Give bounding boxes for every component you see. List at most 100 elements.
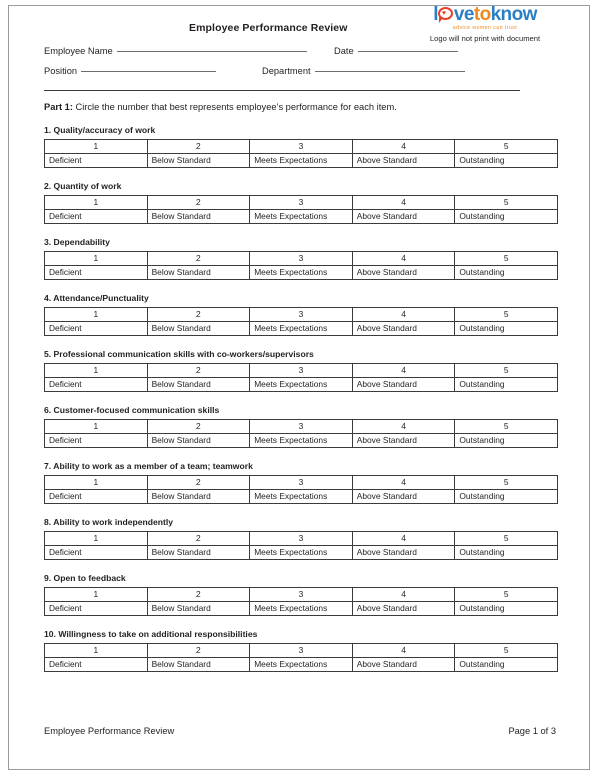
rating-score-cell[interactable]: 2 bbox=[146, 587, 251, 602]
rating-label-cell[interactable]: Below Standard bbox=[146, 657, 251, 672]
rating-label-cell[interactable]: Above Standard bbox=[351, 321, 456, 336]
rating-label-cell[interactable]: Outstanding bbox=[454, 489, 558, 504]
rating-score-cell[interactable]: 2 bbox=[146, 643, 251, 658]
rating-score-cell[interactable]: 3 bbox=[249, 363, 353, 378]
rating-label-cell[interactable]: Outstanding bbox=[454, 321, 558, 336]
rating-label-cell[interactable]: Below Standard bbox=[146, 601, 251, 616]
rating-score-cell[interactable]: 3 bbox=[249, 307, 353, 322]
rating-label-cell[interactable]: Above Standard bbox=[351, 153, 456, 168]
rating-score-cell[interactable]: 2 bbox=[146, 419, 251, 434]
rating-label-cell[interactable]: Above Standard bbox=[351, 545, 456, 560]
rating-label-cell[interactable]: Above Standard bbox=[351, 601, 456, 616]
rating-score-cell[interactable]: 1 bbox=[44, 307, 148, 322]
rating-score-cell[interactable]: 5 bbox=[454, 475, 558, 490]
rating-label-cell[interactable]: Outstanding bbox=[454, 377, 558, 392]
rating-score-cell[interactable]: 4 bbox=[351, 531, 456, 546]
rating-label-cell[interactable]: Deficient bbox=[44, 489, 148, 504]
rating-score-cell[interactable]: 3 bbox=[249, 531, 353, 546]
rating-score-cell[interactable]: 1 bbox=[44, 251, 148, 266]
rating-score-cell[interactable]: 5 bbox=[454, 195, 558, 210]
rating-label-cell[interactable]: Above Standard bbox=[351, 377, 456, 392]
rating-label-cell[interactable]: Below Standard bbox=[146, 265, 251, 280]
rating-label-cell[interactable]: Above Standard bbox=[351, 209, 456, 224]
rating-score-cell[interactable]: 2 bbox=[146, 531, 251, 546]
rating-score-cell[interactable]: 2 bbox=[146, 139, 251, 154]
rating-score-cell[interactable]: 2 bbox=[146, 251, 251, 266]
rating-score-cell[interactable]: 1 bbox=[44, 363, 148, 378]
rating-score-cell[interactable]: 5 bbox=[454, 419, 558, 434]
rating-score-cell[interactable]: 2 bbox=[146, 363, 251, 378]
rating-score-cell[interactable]: 3 bbox=[249, 475, 353, 490]
position-input[interactable] bbox=[81, 71, 217, 72]
rating-score-cell[interactable]: 4 bbox=[351, 307, 456, 322]
rating-label-cell[interactable]: Below Standard bbox=[146, 321, 251, 336]
rating-score-cell[interactable]: 5 bbox=[454, 251, 558, 266]
rating-label-cell[interactable]: Deficient bbox=[44, 321, 148, 336]
rating-label-cell[interactable]: Below Standard bbox=[146, 153, 251, 168]
rating-label-cell[interactable]: Outstanding bbox=[454, 545, 558, 560]
rating-label-cell[interactable]: Meets Expectations bbox=[249, 209, 353, 224]
rating-label-cell[interactable]: Outstanding bbox=[454, 601, 558, 616]
rating-score-cell[interactable]: 5 bbox=[454, 139, 558, 154]
rating-score-cell[interactable]: 3 bbox=[249, 195, 353, 210]
rating-label-cell[interactable]: Below Standard bbox=[146, 433, 251, 448]
rating-score-cell[interactable]: 1 bbox=[44, 419, 148, 434]
rating-score-cell[interactable]: 4 bbox=[351, 195, 456, 210]
rating-label-cell[interactable]: Deficient bbox=[44, 601, 148, 616]
rating-label-cell[interactable]: Meets Expectations bbox=[249, 265, 353, 280]
rating-label-cell[interactable]: Deficient bbox=[44, 377, 148, 392]
rating-label-cell[interactable]: Above Standard bbox=[351, 489, 456, 504]
rating-score-cell[interactable]: 5 bbox=[454, 643, 558, 658]
rating-label-cell[interactable]: Meets Expectations bbox=[249, 377, 353, 392]
rating-score-cell[interactable]: 2 bbox=[146, 307, 251, 322]
rating-score-cell[interactable]: 1 bbox=[44, 195, 148, 210]
rating-label-cell[interactable]: Below Standard bbox=[146, 209, 251, 224]
rating-score-cell[interactable]: 1 bbox=[44, 643, 148, 658]
rating-label-cell[interactable]: Below Standard bbox=[146, 489, 251, 504]
rating-score-cell[interactable]: 3 bbox=[249, 587, 353, 602]
rating-label-cell[interactable]: Outstanding bbox=[454, 153, 558, 168]
rating-label-cell[interactable]: Deficient bbox=[44, 433, 148, 448]
rating-score-cell[interactable]: 1 bbox=[44, 139, 148, 154]
rating-label-cell[interactable]: Above Standard bbox=[351, 657, 456, 672]
rating-label-cell[interactable]: Above Standard bbox=[351, 265, 456, 280]
rating-label-cell[interactable]: Above Standard bbox=[351, 433, 456, 448]
rating-label-cell[interactable]: Below Standard bbox=[146, 545, 251, 560]
rating-label-cell[interactable]: Below Standard bbox=[146, 377, 251, 392]
rating-score-cell[interactable]: 2 bbox=[146, 195, 251, 210]
rating-score-cell[interactable]: 1 bbox=[44, 587, 148, 602]
rating-score-cell[interactable]: 5 bbox=[454, 531, 558, 546]
rating-label-cell[interactable]: Deficient bbox=[44, 153, 148, 168]
department-field[interactable]: Department bbox=[262, 66, 465, 76]
rating-score-cell[interactable]: 4 bbox=[351, 419, 456, 434]
rating-score-cell[interactable]: 1 bbox=[44, 531, 148, 546]
rating-score-cell[interactable]: 4 bbox=[351, 251, 456, 266]
date-input[interactable] bbox=[357, 51, 458, 52]
rating-score-cell[interactable]: 4 bbox=[351, 587, 456, 602]
rating-label-cell[interactable]: Meets Expectations bbox=[249, 657, 353, 672]
rating-label-cell[interactable]: Meets Expectations bbox=[249, 601, 353, 616]
date-field[interactable]: Date bbox=[334, 46, 458, 56]
rating-score-cell[interactable]: 2 bbox=[146, 475, 251, 490]
rating-score-cell[interactable]: 5 bbox=[454, 307, 558, 322]
rating-label-cell[interactable]: Deficient bbox=[44, 657, 148, 672]
rating-score-cell[interactable]: 3 bbox=[249, 251, 353, 266]
rating-score-cell[interactable]: 4 bbox=[351, 139, 456, 154]
rating-label-cell[interactable]: Deficient bbox=[44, 209, 148, 224]
rating-score-cell[interactable]: 3 bbox=[249, 419, 353, 434]
rating-score-cell[interactable]: 5 bbox=[454, 587, 558, 602]
rating-label-cell[interactable]: Meets Expectations bbox=[249, 489, 353, 504]
rating-score-cell[interactable]: 3 bbox=[249, 643, 353, 658]
department-input[interactable] bbox=[314, 71, 465, 72]
rating-label-cell[interactable]: Meets Expectations bbox=[249, 153, 353, 168]
employee-name-input[interactable] bbox=[116, 51, 307, 52]
rating-label-cell[interactable]: Outstanding bbox=[454, 265, 558, 280]
rating-label-cell[interactable]: Meets Expectations bbox=[249, 321, 353, 336]
rating-label-cell[interactable]: Meets Expectations bbox=[249, 433, 353, 448]
rating-score-cell[interactable]: 4 bbox=[351, 363, 456, 378]
employee-name-field[interactable]: Employee Name bbox=[44, 46, 307, 56]
rating-label-cell[interactable]: Meets Expectations bbox=[249, 545, 353, 560]
rating-score-cell[interactable]: 3 bbox=[249, 139, 353, 154]
rating-label-cell[interactable]: Deficient bbox=[44, 545, 148, 560]
rating-label-cell[interactable]: Outstanding bbox=[454, 209, 558, 224]
